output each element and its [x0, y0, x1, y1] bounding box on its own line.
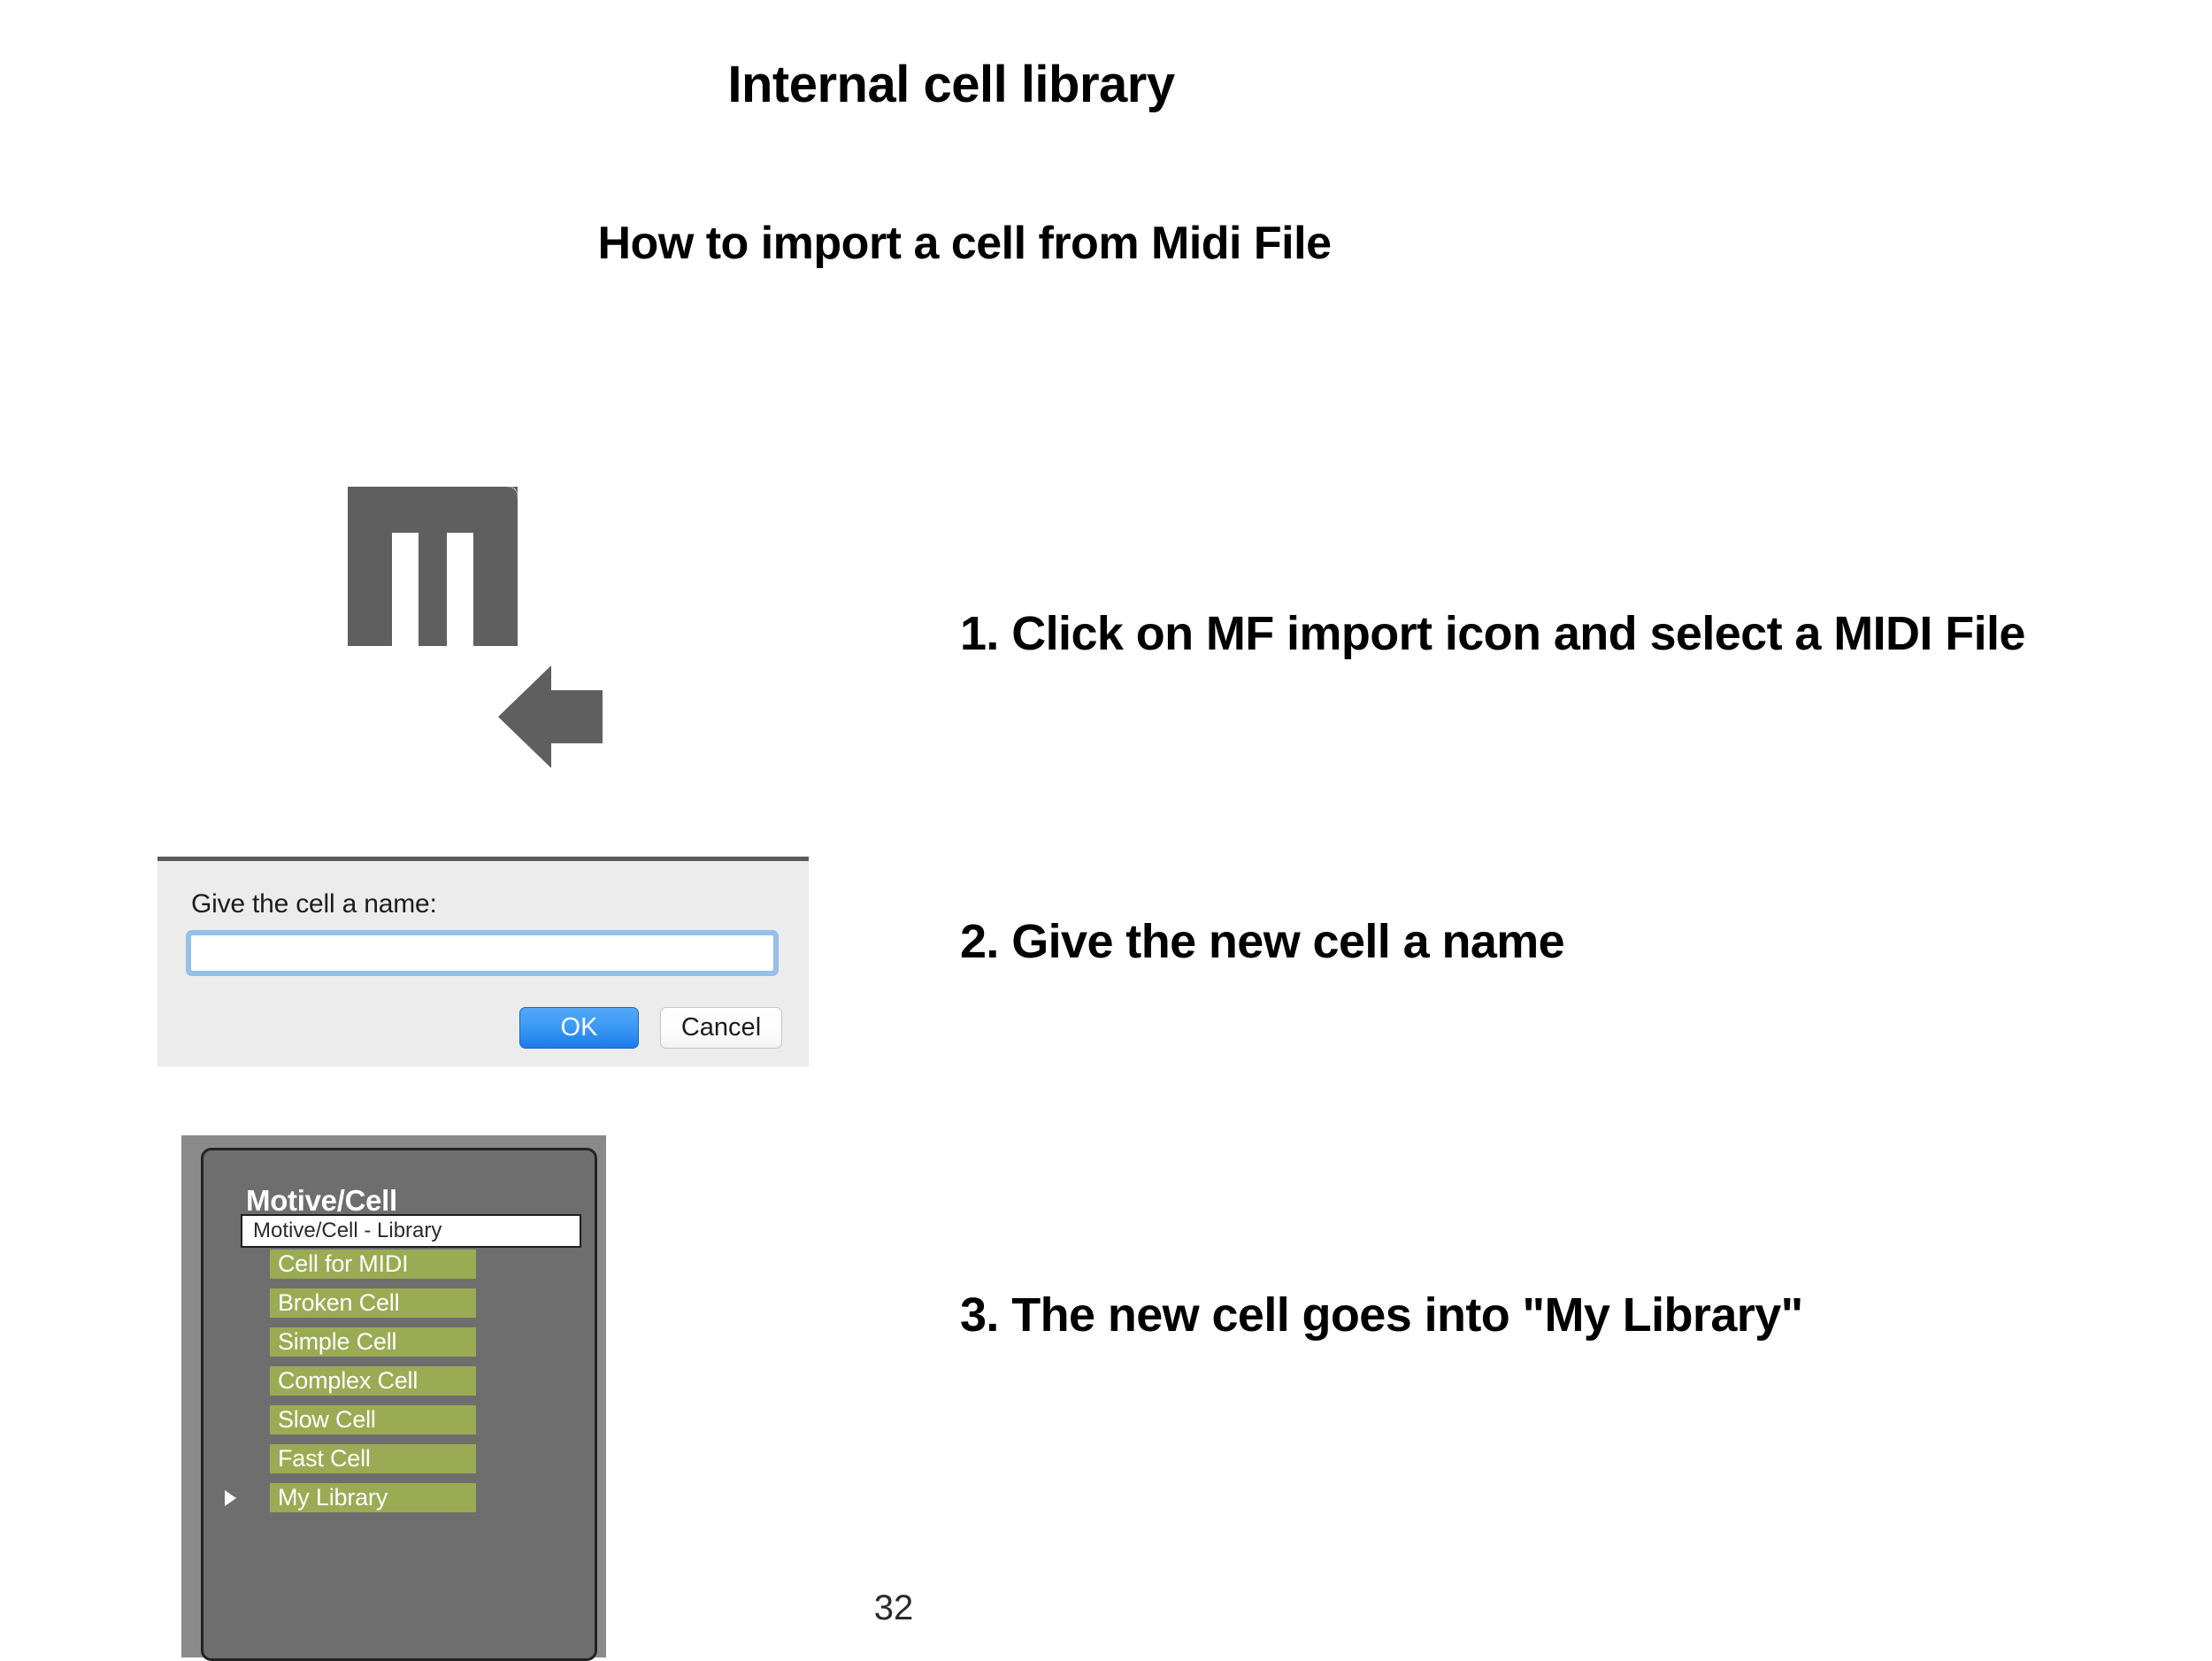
library-item-label: Cell for MIDI	[270, 1250, 476, 1279]
library-item-label: My Library	[270, 1483, 476, 1512]
library-item-label: Complex Cell	[270, 1366, 476, 1396]
page-number: 32	[873, 1588, 914, 1627]
list-item[interactable]: Complex Cell	[241, 1366, 581, 1396]
disclosure-triangle-icon[interactable]	[225, 1489, 236, 1506]
step-1-text: 1. Click on MF import icon and select a …	[960, 607, 2025, 660]
list-item[interactable]: Fast Cell	[241, 1444, 581, 1473]
list-item[interactable]: Broken Cell	[241, 1288, 581, 1318]
step-3-text: 3. The new cell goes into "My Library"	[960, 1288, 1803, 1342]
page-subtitle: How to import a cell from Midi File	[597, 218, 1333, 269]
page-title: Internal cell library	[727, 56, 1175, 113]
library-item-list: Cell for MIDI Broken Cell Simple Cell Co…	[225, 1250, 581, 1522]
ok-button[interactable]: OK	[519, 1007, 639, 1049]
dialog-prompt-label: Give the cell a name:	[191, 889, 437, 919]
mf-import-icon-graphic	[348, 487, 603, 768]
library-item-label: Slow Cell	[270, 1405, 476, 1434]
cell-name-input[interactable]	[191, 935, 773, 971]
list-item[interactable]: Slow Cell	[241, 1405, 581, 1434]
library-panel-heading: Motive/Cell	[246, 1184, 397, 1217]
give-cell-name-dialog: Give the cell a name: OK Cancel	[157, 857, 809, 1066]
library-panel-window: Motive/Cell Motive/Cell - Library Cell f…	[181, 1135, 606, 1661]
cell-name-input-focus-ring	[186, 930, 779, 976]
cancel-button[interactable]: Cancel	[660, 1007, 782, 1049]
import-arrow-icon	[498, 665, 603, 768]
library-item-label: Simple Cell	[270, 1327, 476, 1357]
list-item-my-library[interactable]: My Library	[225, 1483, 581, 1512]
library-item-label: Fast Cell	[270, 1444, 476, 1473]
library-item-label: Broken Cell	[270, 1288, 476, 1318]
mf-import-icon	[341, 478, 633, 779]
dialog-button-row: OK Cancel	[519, 1007, 782, 1049]
list-item[interactable]: Cell for MIDI	[241, 1250, 581, 1279]
library-panel-frame: Motive/Cell Motive/Cell - Library Cell f…	[201, 1148, 597, 1661]
step-2-text: 2. Give the new cell a name	[960, 915, 1565, 968]
list-item[interactable]: Simple Cell	[241, 1327, 581, 1357]
library-search-field[interactable]: Motive/Cell - Library	[241, 1214, 581, 1248]
